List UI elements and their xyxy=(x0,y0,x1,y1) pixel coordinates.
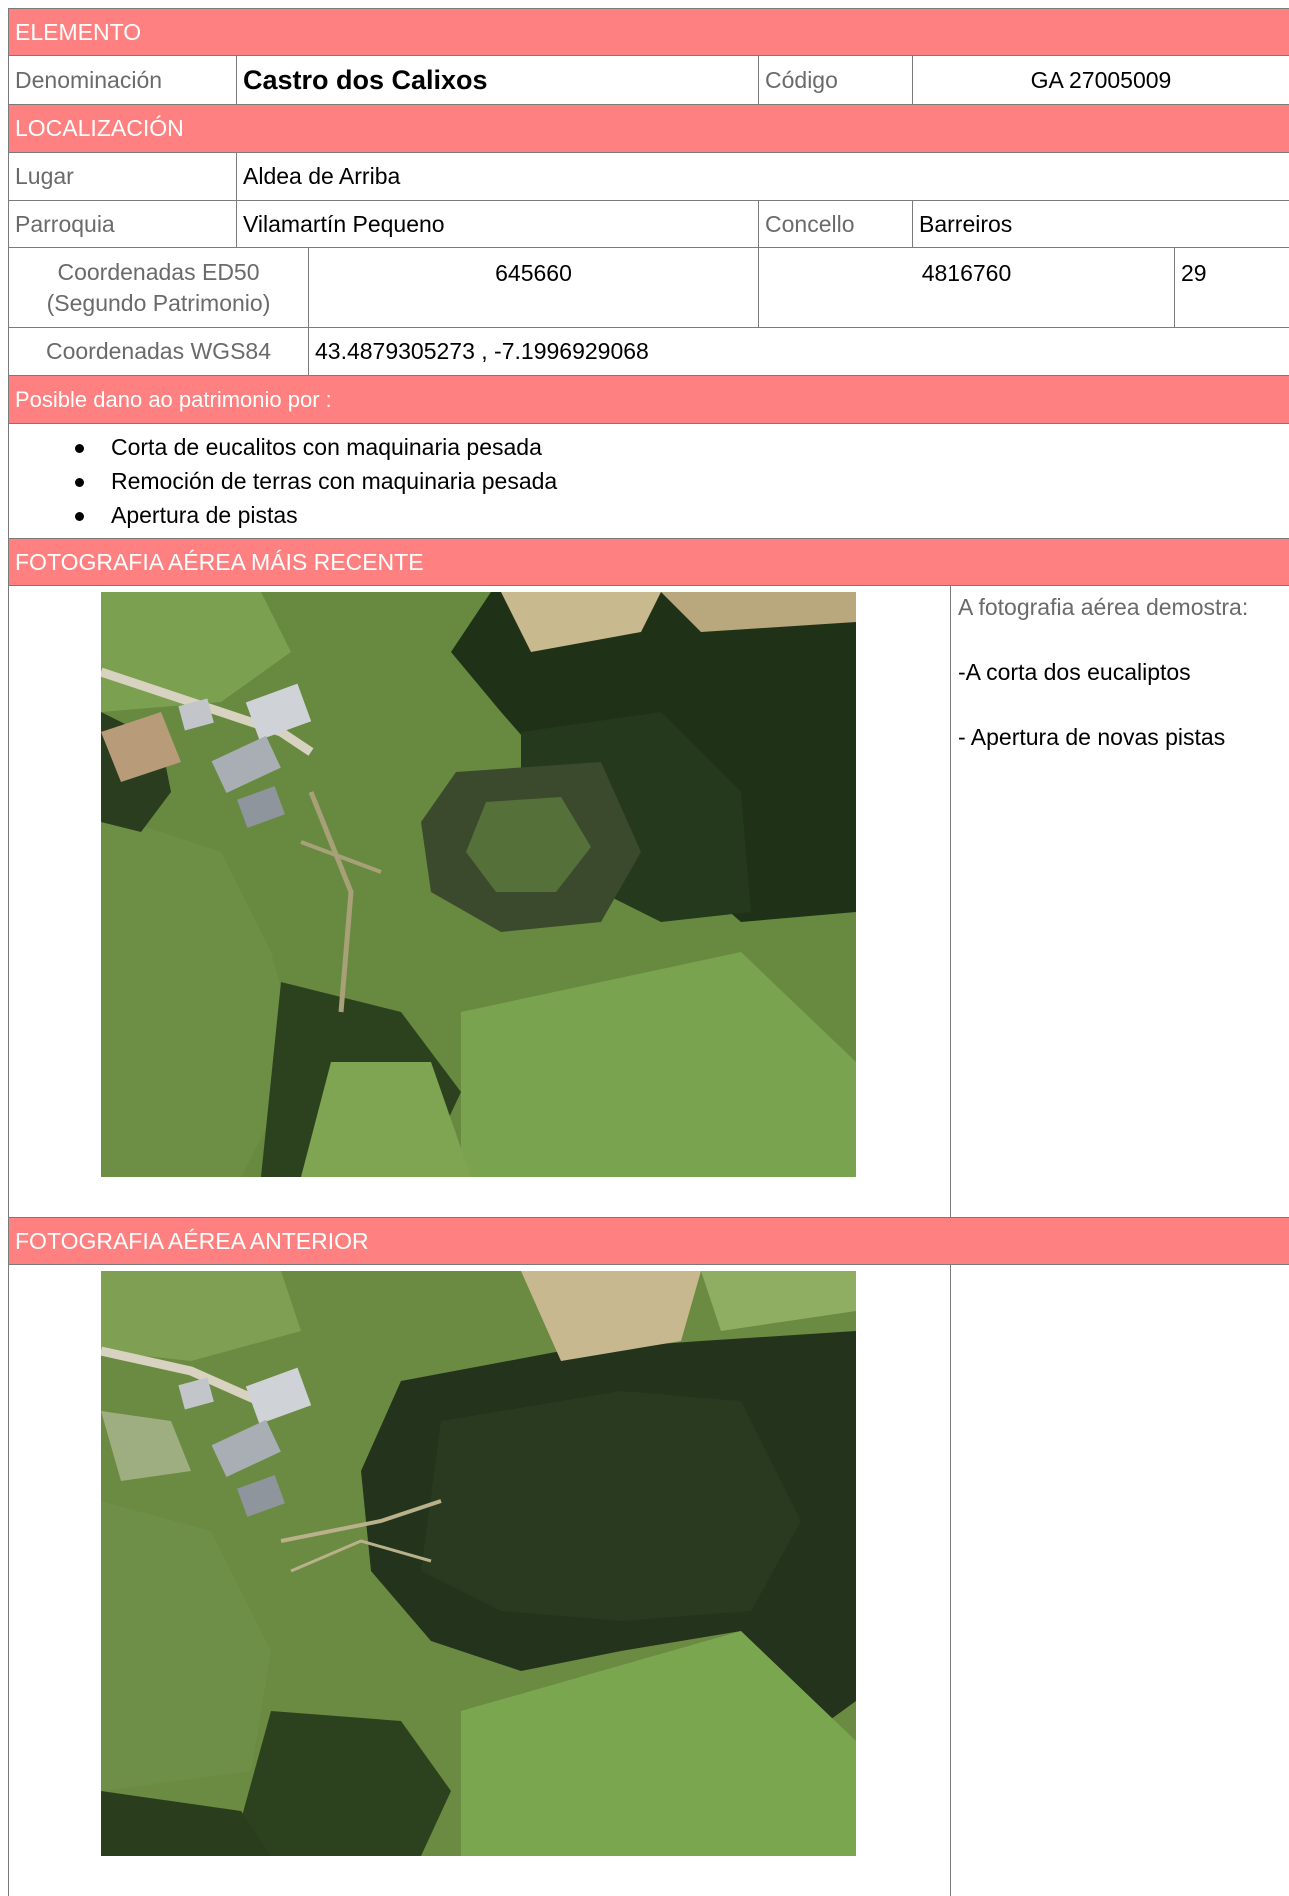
section-title: Posible dano ao patrimonio por : xyxy=(15,386,332,412)
row-coordenadas-wgs84: Coordenadas WGS84 43.4879305273 , -7.199… xyxy=(8,328,1289,376)
foto-anterior-row xyxy=(8,1265,1289,1896)
denominacion-label: Denominación xyxy=(9,56,237,104)
dano-list: Corta de eucalitos con maquinaria pesada… xyxy=(8,424,1289,538)
notes-item: - Apertura de novas pistas xyxy=(958,724,1226,750)
codigo-value: GA 27005009 xyxy=(1030,66,1172,93)
lugar-label: Lugar xyxy=(9,153,237,200)
section-title: LOCALIZACIÓN xyxy=(15,115,184,141)
row-coordenadas-ed50: Coordenadas ED50 (Segundo Patrimonio) 64… xyxy=(8,248,1289,328)
row-parroquia: Parroquia Vilamartín Pequeno Concello Ba… xyxy=(8,201,1289,248)
heritage-record-sheet: ELEMENTO Denominación Castro dos Calixos… xyxy=(8,8,1289,1896)
section-header-elemento: ELEMENTO xyxy=(8,8,1289,56)
section-header-foto-recente: FOTOGRAFIA AÉREA MÁIS RECENTE xyxy=(8,538,1289,586)
ed50-label-line2: (Segundo Patrimonio) xyxy=(46,289,271,316)
section-title: FOTOGRAFIA AÉREA MÁIS RECENTE xyxy=(15,548,424,575)
ed50-label: Coordenadas ED50 (Segundo Patrimonio) xyxy=(9,248,309,327)
wgs84-value: 43.4879305273 , -7.1996929068 xyxy=(315,338,649,364)
section-header-dano: Posible dano ao patrimonio por : xyxy=(8,376,1289,424)
denominacion-value: Castro dos Calixos xyxy=(237,56,759,104)
concello-label: Concello xyxy=(759,201,913,247)
list-item: Remoción de terras con maquinaria pesada xyxy=(75,464,1289,498)
parroquia-label: Parroquia xyxy=(9,201,237,247)
section-header-localizacion: LOCALIZACIÓN xyxy=(8,105,1289,153)
ed50-x-value: 645660 xyxy=(309,248,759,327)
wgs84-label: Coordenadas WGS84 xyxy=(9,328,309,375)
section-title: FOTOGRAFIA AÉREA ANTERIOR xyxy=(15,1227,369,1254)
section-title: ELEMENTO xyxy=(15,18,142,45)
list-item: Apertura de pistas xyxy=(75,498,1289,532)
list-item: Corta de eucalitos con maquinaria pesada xyxy=(75,430,1289,464)
ed50-zone-value: 29 xyxy=(1181,260,1207,286)
section-header-foto-anterior: FOTOGRAFIA AÉREA ANTERIOR xyxy=(8,1217,1289,1265)
aerial-photo-recent xyxy=(101,592,856,1177)
notes-item: -A corta dos eucaliptos xyxy=(958,659,1191,685)
codigo-label: Código xyxy=(759,56,913,104)
parroquia-value: Vilamartín Pequeno xyxy=(237,201,759,247)
ed50-y-value: 4816760 xyxy=(759,248,1175,327)
foto-recente-row: A fotografia aérea demostra: -A corta do… xyxy=(8,586,1289,1217)
foto-recente-cell xyxy=(9,586,951,1217)
foto-anterior-cell xyxy=(9,1265,951,1896)
foto-recente-notes: A fotografia aérea demostra: -A corta do… xyxy=(951,586,1289,1217)
concello-value: Barreiros xyxy=(919,210,1013,237)
row-denominacion: Denominación Castro dos Calixos Código G… xyxy=(8,56,1289,105)
row-lugar: Lugar Aldea de Arriba xyxy=(8,153,1289,201)
foto-anterior-notes xyxy=(951,1265,1289,1896)
notes-intro: A fotografia aérea demostra: xyxy=(958,594,1249,620)
lugar-value: Aldea de Arriba xyxy=(243,163,401,189)
ed50-label-line1: Coordenadas ED50 xyxy=(57,258,260,285)
aerial-photo-previous xyxy=(101,1271,856,1856)
